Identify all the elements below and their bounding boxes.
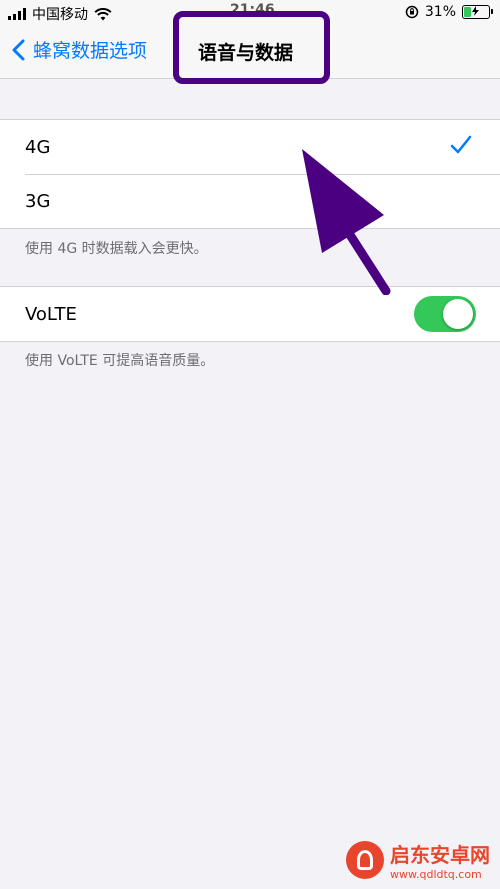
volte-label: VoLTE [25,303,77,325]
annotation-arrow [302,149,391,295]
option-4g[interactable]: 4G [0,120,500,174]
watermark-logo-icon [346,841,384,879]
battery-percent: 31% [424,4,456,20]
status-right: 31% [405,4,493,20]
option-4g-label: 4G [25,136,51,158]
back-button[interactable]: 蜂窝数据选项 [12,36,147,63]
wifi-icon [94,7,112,20]
volte-toggle[interactable] [414,296,476,332]
watermark-url: www.qdldtq.com [390,868,482,881]
checkmark-icon [450,135,472,154]
volte-group: VoLTE [0,286,500,342]
signal-icon [8,8,26,20]
back-button-label: 蜂窝数据选项 [33,40,148,62]
network-mode-group: 4G 3G [0,119,500,229]
volte-row: VoLTE [0,287,500,341]
watermark-name: 启东安卓网 [390,843,490,867]
option-3g[interactable]: 3G [0,174,500,228]
watermark: 启东安卓网 www.qdldtq.com [346,839,490,881]
orientation-lock-icon [405,5,419,19]
title-highlight-box [173,11,330,84]
carrier-label: 中国移动 [32,7,88,23]
status-left: 中国移动 [8,4,112,24]
network-footer-note: 使用 4G 时数据载入会更快。 [25,241,208,257]
volte-footer-note: 使用 VoLTE 可提高语音质量。 [25,353,215,369]
chevron-left-icon [12,39,25,60]
toggle-knob [443,299,473,329]
battery-charging-icon [462,5,493,19]
option-3g-label: 3G [25,190,51,212]
